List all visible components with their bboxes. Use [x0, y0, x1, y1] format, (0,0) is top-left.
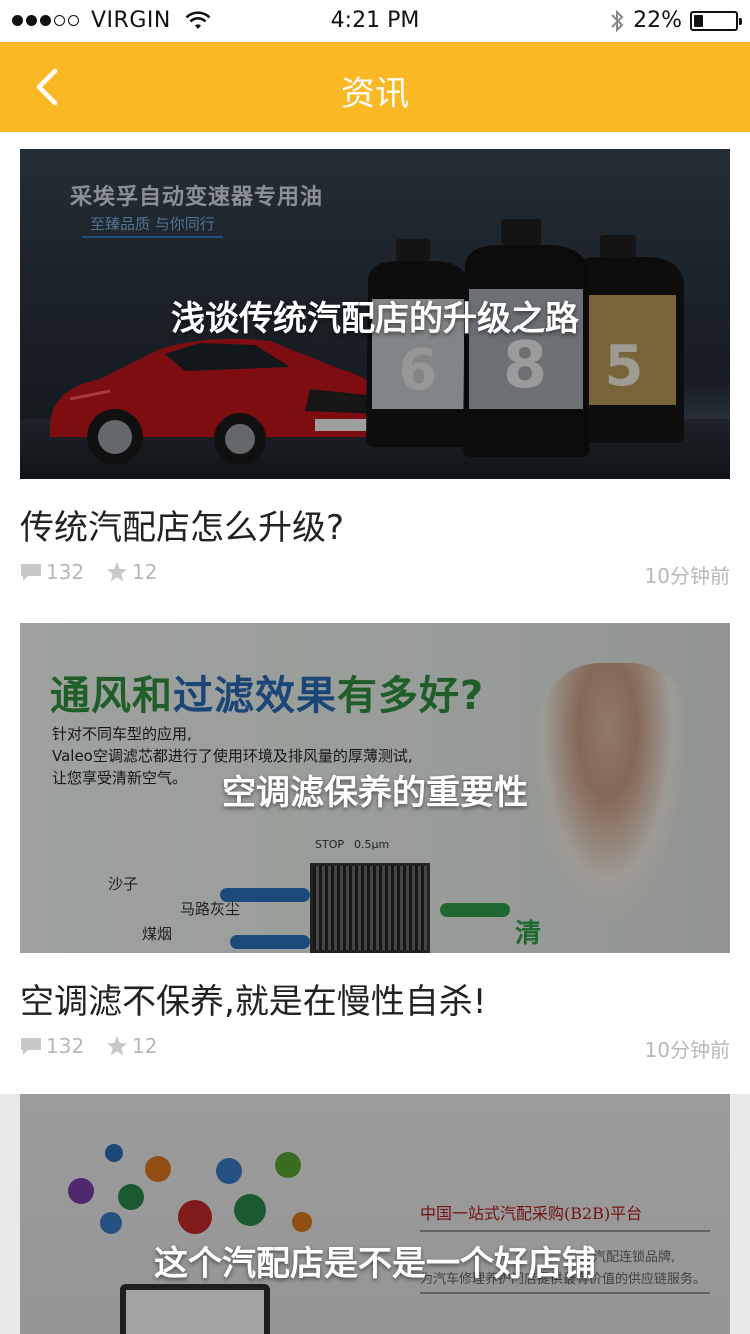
status-bar: VIRGIN 4:21 PM 22% — [0, 0, 750, 42]
page-title: 资讯 — [341, 74, 409, 114]
news-feed[interactable]: 采埃孚自动变速器专用油 至臻品质 与你同行 6 5 8 浅谈传统汽配店的升级之路… — [0, 132, 750, 1334]
banner-title: 浅谈传统汽配店的升级之路 — [171, 299, 579, 339]
star-count[interactable]: 12 — [106, 560, 157, 584]
article-banner[interactable]: 采埃孚自动变速器专用油 至臻品质 与你同行 6 5 8 浅谈传统汽配店的升级之路 — [20, 149, 730, 479]
article-card[interactable]: 中国一站式汽配采购(B2B)平台 、汽配连锁品牌, 为汽车修理养护门店提供最有价… — [0, 1080, 750, 1334]
article-meta: 132 12 10分钟前 — [20, 560, 730, 590]
article-headline[interactable]: 空调滤不保养,就是在慢性自杀! — [20, 974, 486, 1023]
bluetooth-icon — [611, 9, 624, 32]
article-time: 10分钟前 — [644, 1038, 730, 1062]
star-icon — [107, 1036, 127, 1056]
article-banner[interactable]: 中国一站式汽配采购(B2B)平台 、汽配连锁品牌, 为汽车修理养护门店提供最有价… — [20, 1094, 730, 1334]
article-banner[interactable]: 通风和过滤效果有多好? 针对不同车型的应用, Valeo空调滤芯都进行了使用环境… — [20, 623, 730, 953]
comment-count[interactable]: 132 — [20, 560, 84, 584]
comment-icon — [21, 564, 41, 581]
article-card[interactable]: 采埃孚自动变速器专用油 至臻品质 与你同行 6 5 8 浅谈传统汽配店的升级之路… — [0, 132, 750, 606]
banner-overlay — [20, 1094, 730, 1334]
status-right: 22% — [609, 8, 742, 33]
battery-icon — [690, 10, 742, 31]
comment-icon — [21, 1038, 41, 1055]
article-headline[interactable]: 传统汽配店怎么升级? — [20, 500, 344, 549]
article-card[interactable]: 通风和过滤效果有多好? 针对不同车型的应用, Valeo空调滤芯都进行了使用环境… — [0, 606, 750, 1080]
article-time: 10分钟前 — [644, 564, 730, 588]
banner-title: 这个汽配店是不是一个好店铺 — [154, 1244, 596, 1284]
comment-count[interactable]: 132 — [20, 1034, 84, 1058]
banner-title: 空调滤保养的重要性 — [222, 773, 528, 813]
article-meta: 132 12 10分钟前 — [20, 1034, 730, 1064]
battery-percent: 22% — [633, 8, 682, 33]
battery-level — [694, 14, 703, 27]
nav-bar: 资讯 — [0, 42, 750, 132]
star-count[interactable]: 12 — [106, 1034, 157, 1058]
star-icon — [107, 562, 127, 582]
